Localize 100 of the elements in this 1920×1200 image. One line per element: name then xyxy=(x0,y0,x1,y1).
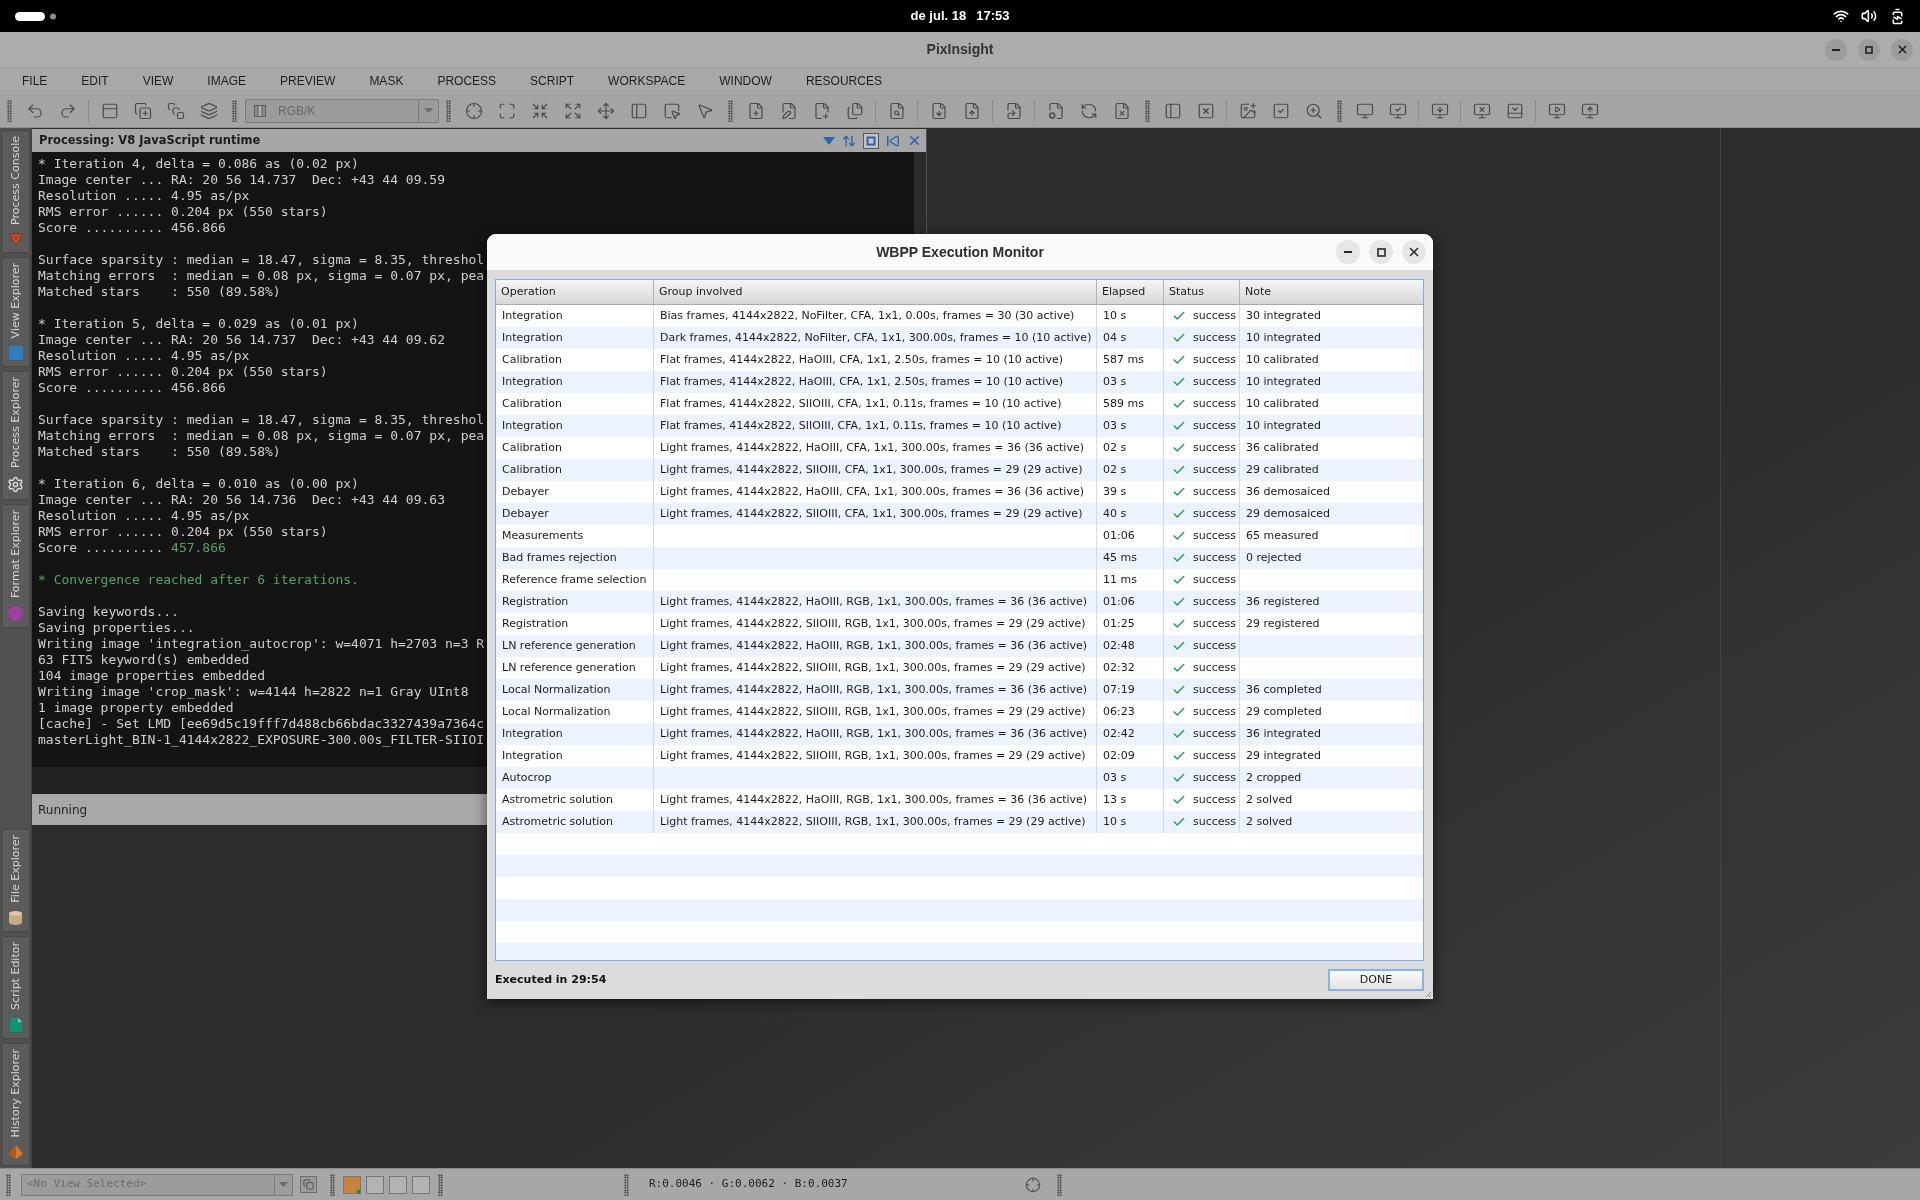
monitor-play-icon[interactable] xyxy=(1547,101,1566,120)
menu-item[interactable]: FILE xyxy=(22,72,48,90)
minimize-button[interactable] xyxy=(1336,240,1360,264)
undo-icon[interactable] xyxy=(25,101,44,120)
maximize-icon[interactable] xyxy=(497,101,516,120)
column-header[interactable]: Status xyxy=(1164,280,1240,304)
wifi-icon[interactable] xyxy=(1833,8,1849,24)
date-text[interactable]: de jul. 18 xyxy=(910,6,967,26)
stacked-squares-icon[interactable] xyxy=(166,101,185,120)
column-header[interactable]: Elapsed xyxy=(1097,280,1164,304)
nested-square-icon[interactable] xyxy=(863,132,879,149)
move-icon[interactable] xyxy=(596,101,615,120)
up-down-arrows-icon[interactable] xyxy=(842,133,856,148)
swatch-icon[interactable] xyxy=(366,1175,384,1194)
file-up-icon[interactable] xyxy=(962,101,981,120)
file-gear-icon[interactable] xyxy=(1046,101,1065,120)
workspace-indicator-icon[interactable] xyxy=(15,11,57,21)
file-plus-icon[interactable] xyxy=(746,101,765,120)
square-x-icon[interactable] xyxy=(1196,101,1215,120)
sidebar-tab[interactable]: Process Console xyxy=(1,130,30,253)
menu-item[interactable]: VIEW xyxy=(142,72,174,90)
crosshair-icon[interactable] xyxy=(1024,1176,1041,1193)
grip-icon[interactable] xyxy=(6,99,12,122)
monitor-check-icon[interactable] xyxy=(1388,101,1407,120)
monitor-up-icon[interactable] xyxy=(1580,101,1599,120)
redo-icon[interactable] xyxy=(58,101,77,120)
maximize-button[interactable] xyxy=(1858,38,1880,61)
grip-icon[interactable] xyxy=(624,1173,629,1196)
resize-grip-icon[interactable] xyxy=(1425,991,1432,998)
monitor-down-icon[interactable] xyxy=(1430,101,1449,120)
menu-item[interactable]: SCRIPT xyxy=(530,72,575,90)
console-line: [cache] - Set LMD [ee69d5c19fff7d488cb66bdac3327439a7364c xyxy=(38,716,485,732)
copy-button[interactable] xyxy=(300,1176,317,1193)
menu-item[interactable]: WINDOW xyxy=(719,72,772,90)
grip-icon[interactable] xyxy=(445,99,451,122)
skip-back-icon[interactable] xyxy=(886,133,900,148)
square-pointer-icon[interactable] xyxy=(662,101,681,120)
sidebar-tab[interactable]: Format Explorer xyxy=(1,504,30,629)
grip-icon[interactable] xyxy=(1144,99,1150,122)
grip-icon[interactable] xyxy=(5,1173,11,1196)
grip-icon[interactable] xyxy=(727,99,733,122)
menu-item[interactable]: MASK xyxy=(369,72,404,90)
image-plus-icon[interactable] xyxy=(1238,101,1257,120)
crosshair-icon[interactable] xyxy=(464,101,483,120)
menu-item[interactable]: IMAGE xyxy=(207,72,247,90)
column-header[interactable]: Group involved xyxy=(654,280,1097,304)
layers-icon[interactable] xyxy=(199,101,218,120)
shrink-icon[interactable] xyxy=(530,101,549,120)
file-arrow-icon[interactable] xyxy=(1004,101,1023,120)
sidebar-tab[interactable]: History Explorer xyxy=(1,1042,30,1166)
close-button[interactable] xyxy=(1402,240,1426,264)
swatch-icon[interactable] xyxy=(412,1175,430,1194)
panel-left-icon[interactable] xyxy=(629,101,648,120)
menu-item[interactable]: RESOURCES xyxy=(805,72,882,90)
file-plus-icon[interactable] xyxy=(812,101,831,120)
menu-item[interactable]: PROCESS xyxy=(437,72,497,90)
triangle-icon xyxy=(8,232,23,246)
grip-icon[interactable] xyxy=(1336,99,1342,122)
file-x-icon[interactable] xyxy=(1112,101,1131,120)
color-swatch-icon[interactable] xyxy=(343,1175,361,1194)
close-icon[interactable] xyxy=(907,133,922,148)
maximize-button[interactable] xyxy=(1369,240,1393,264)
grip-icon[interactable] xyxy=(438,1173,443,1196)
close-button[interactable] xyxy=(1891,38,1913,61)
panel-close-icon[interactable] xyxy=(1505,101,1524,120)
sidebar-tab[interactable]: Script Editor xyxy=(1,935,30,1039)
sidebar-tab[interactable]: View Explorer xyxy=(1,256,30,368)
minimize-button[interactable] xyxy=(1825,38,1847,61)
file-pen-icon[interactable] xyxy=(779,101,798,120)
triangle-down-icon[interactable] xyxy=(823,136,835,145)
file-search-icon[interactable] xyxy=(887,101,906,120)
time-text[interactable]: 17:53 xyxy=(976,6,1010,26)
battery-icon[interactable] xyxy=(1889,7,1906,25)
menu-item[interactable]: PREVIEW xyxy=(280,72,336,90)
copy-plus-icon[interactable] xyxy=(133,101,152,120)
menu-item[interactable]: EDIT xyxy=(81,72,109,90)
status-text: success xyxy=(1193,769,1237,786)
monitor-x-icon[interactable] xyxy=(1472,101,1491,120)
grip-icon[interactable] xyxy=(1056,1173,1062,1196)
monitor-icon[interactable] xyxy=(1355,101,1374,120)
files-icon[interactable] xyxy=(845,101,864,120)
square-check-icon[interactable] xyxy=(1271,101,1290,120)
column-header[interactable]: Operation xyxy=(496,280,654,304)
expand-icon[interactable] xyxy=(563,101,582,120)
menu-item[interactable]: WORKSPACE xyxy=(608,72,686,90)
pointer-icon[interactable] xyxy=(695,101,714,120)
done-button[interactable]: DONE xyxy=(1328,969,1424,991)
column-header[interactable]: Note xyxy=(1240,280,1423,304)
refresh-icon[interactable] xyxy=(1079,101,1098,120)
grip-icon[interactable] xyxy=(231,99,237,122)
file-down-icon[interactable] xyxy=(929,101,948,120)
window-icon[interactable] xyxy=(100,101,119,120)
panel-left-icon[interactable] xyxy=(1163,101,1182,120)
zoom-in-icon[interactable] xyxy=(1304,101,1323,120)
table-cell-text: 0 rejected xyxy=(1245,549,1303,566)
sidebar-tab[interactable]: Process Explorer xyxy=(1,371,30,501)
sidebar-tab[interactable]: File Explorer xyxy=(1,828,30,932)
volume-icon[interactable] xyxy=(1861,8,1877,24)
grip-icon[interactable] xyxy=(330,1173,335,1196)
swatch-icon[interactable] xyxy=(389,1175,407,1194)
